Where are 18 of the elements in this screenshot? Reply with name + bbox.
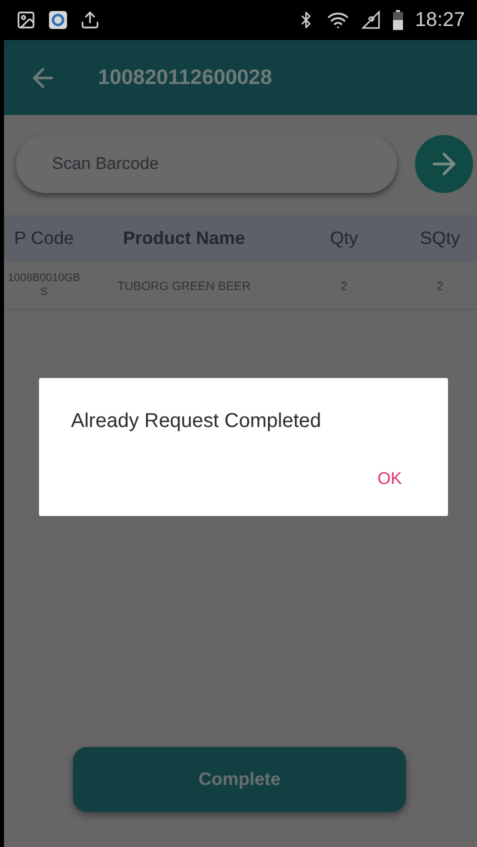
signal-icon xyxy=(360,10,381,30)
dialog-message: Already Request Completed xyxy=(71,409,322,434)
clock-time: 18:27 xyxy=(414,8,465,33)
app-icon xyxy=(48,10,68,30)
column-header: SQty xyxy=(418,227,461,250)
table-cell-text: 2 xyxy=(436,278,444,294)
battery-icon xyxy=(392,10,403,30)
table-cell-text: 2 xyxy=(340,278,348,294)
table-cell-text: TUBORG GREEN BEER xyxy=(116,278,252,294)
column-header: Product Name xyxy=(122,227,246,250)
app-bar-title: 100820112600028 xyxy=(98,64,272,91)
column-header: P Code xyxy=(13,227,75,250)
upload-icon xyxy=(80,10,100,30)
column-header: Qty xyxy=(328,227,359,250)
search-field[interactable]: Scan Barcode xyxy=(16,135,397,193)
complete-button[interactable]: Complete xyxy=(73,747,406,812)
ok-button[interactable]: OK xyxy=(377,466,402,492)
image-icon xyxy=(16,10,36,30)
